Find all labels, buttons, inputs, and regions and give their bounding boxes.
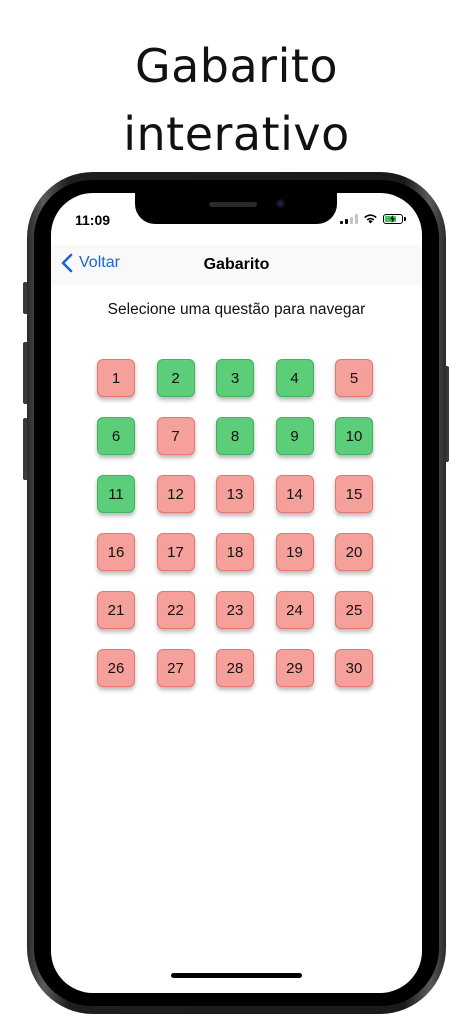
cellular-signal-icon (340, 213, 358, 224)
front-camera-icon (276, 199, 285, 208)
home-indicator[interactable] (171, 973, 302, 978)
question-button-23[interactable]: 23 (216, 591, 254, 629)
question-button-5[interactable]: 5 (335, 359, 373, 397)
question-button-30[interactable]: 30 (335, 649, 373, 687)
promo-page: Gabarito interativo 11:09 Voltar Gabarit… (0, 0, 473, 1024)
question-button-26[interactable]: 26 (97, 649, 135, 687)
promo-title-line2: interativo (123, 107, 350, 161)
question-button-14[interactable]: 14 (275, 475, 314, 513)
question-button-10[interactable]: 10 (335, 417, 373, 455)
question-button-18[interactable]: 18 (216, 533, 254, 571)
instruction-text: Selecione uma questão para navegar (107, 301, 366, 318)
status-indicators (340, 213, 406, 224)
question-button-9[interactable]: 9 (275, 417, 314, 455)
question-button-11[interactable]: 11 (97, 475, 135, 513)
question-button-6[interactable]: 6 (97, 417, 135, 455)
question-button-24[interactable]: 24 (275, 591, 314, 629)
navigation-bar: Voltar Gabarito (51, 245, 422, 285)
status-time: 11:09 (75, 212, 111, 228)
question-button-1[interactable]: 1 (97, 359, 135, 397)
question-button-28[interactable]: 28 (216, 649, 254, 687)
question-button-19[interactable]: 19 (275, 533, 314, 571)
question-button-27[interactable]: 27 (156, 649, 195, 687)
question-button-4[interactable]: 4 (275, 359, 314, 397)
earpiece-speaker (209, 202, 257, 207)
question-button-29[interactable]: 29 (275, 649, 314, 687)
battery-icon (383, 213, 406, 224)
question-button-20[interactable]: 20 (335, 533, 373, 571)
phone-screen: 11:09 Voltar Gabarito Selecione uma ques… (51, 193, 422, 993)
promo-title-line1: Gabarito (134, 39, 339, 93)
wifi-icon (364, 214, 377, 224)
question-button-8[interactable]: 8 (216, 417, 254, 455)
question-button-7[interactable]: 7 (156, 417, 195, 455)
question-button-21[interactable]: 21 (97, 591, 135, 629)
question-button-12[interactable]: 12 (156, 475, 195, 513)
question-button-2[interactable]: 2 (156, 359, 195, 397)
phone-notch (135, 193, 337, 224)
question-button-25[interactable]: 25 (335, 591, 373, 629)
question-button-3[interactable]: 3 (216, 359, 254, 397)
question-grid: 1 2 3 4 5 6 7 8 9 10 11 12 13 14 15 16 17 18 19 20 21 22 23 24 2… (97, 359, 377, 687)
page-title: Gabarito (203, 256, 270, 273)
question-button-16[interactable]: 16 (97, 533, 135, 571)
question-button-15[interactable]: 15 (335, 475, 373, 513)
question-button-13[interactable]: 13 (216, 475, 254, 513)
question-button-22[interactable]: 22 (156, 591, 195, 629)
question-button-17[interactable]: 17 (156, 533, 195, 571)
